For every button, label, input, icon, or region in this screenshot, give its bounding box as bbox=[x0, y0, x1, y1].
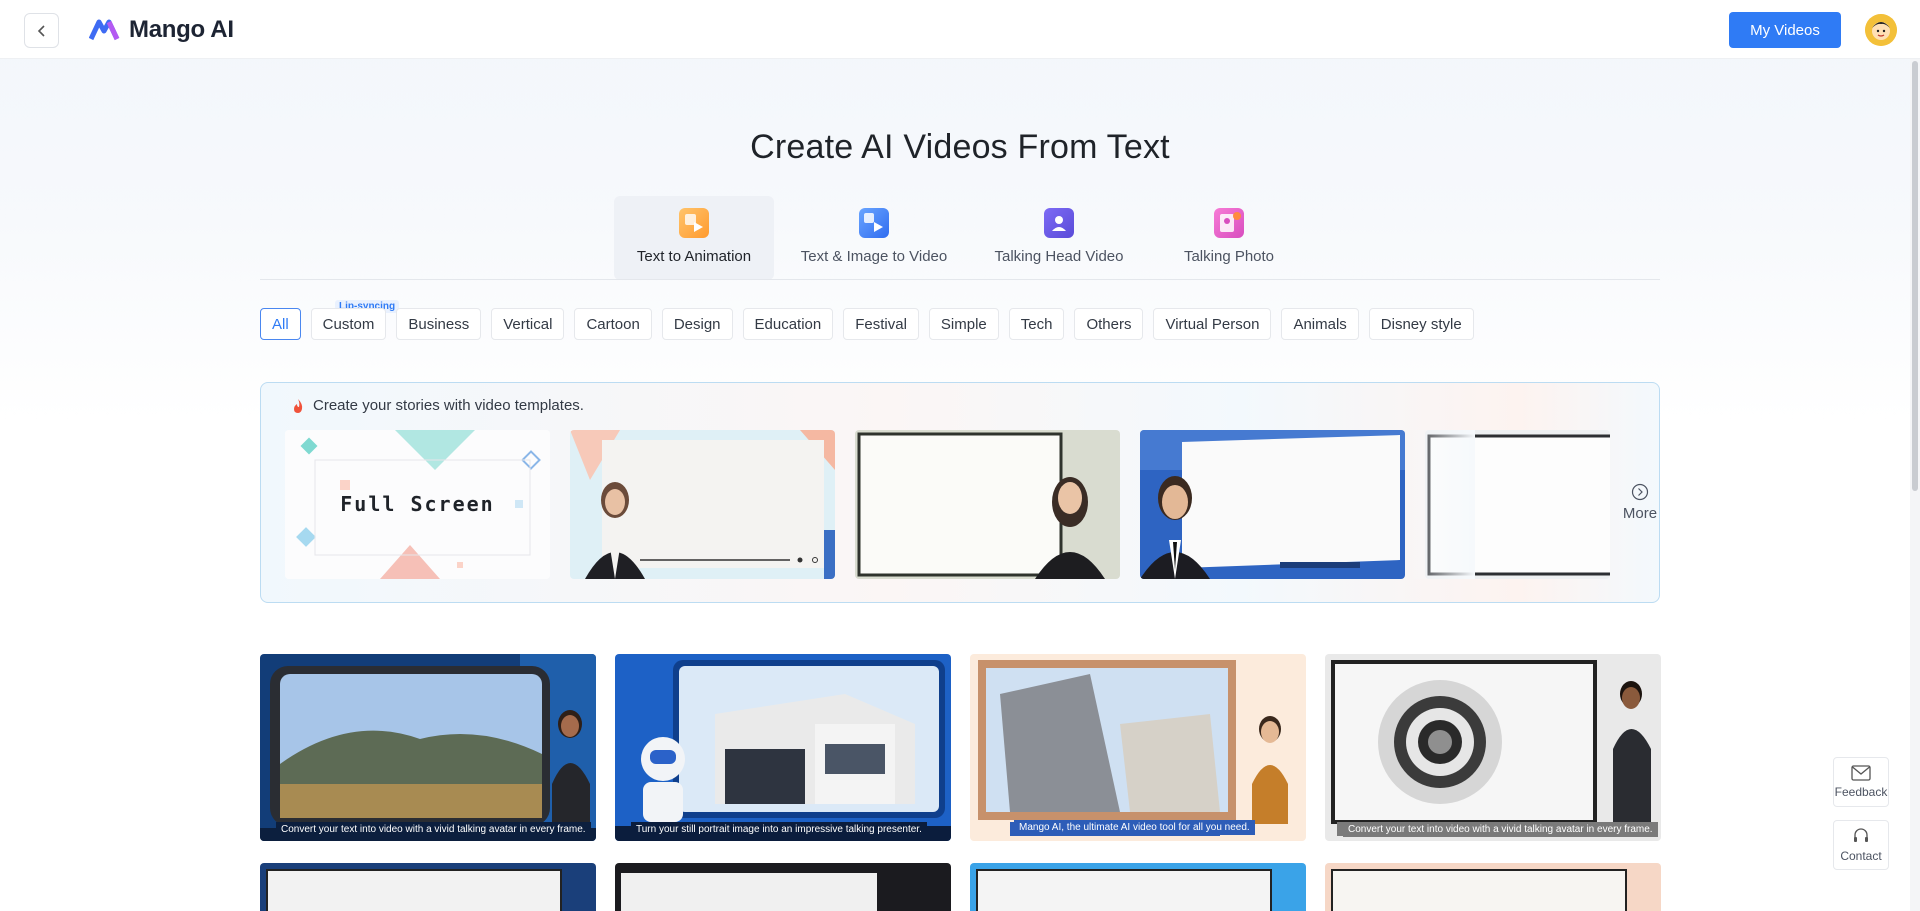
banner-title-text: Create your stories with video templates… bbox=[313, 397, 584, 414]
feedback-button[interactable]: Feedback bbox=[1833, 757, 1889, 807]
category-custom[interactable]: Custom bbox=[310, 308, 387, 340]
text-image-to-video-icon bbox=[859, 208, 889, 238]
video-card-3[interactable]: Mango AI, the ultimate AI video tool for… bbox=[970, 654, 1306, 841]
card-caption: Convert your text into video with a vivi… bbox=[276, 822, 591, 837]
tabs-divider bbox=[260, 279, 1660, 280]
video-card-1[interactable]: Convert your text into video with a vivi… bbox=[260, 654, 596, 841]
brand-name: Mango AI bbox=[129, 16, 234, 43]
video-card-7[interactable] bbox=[970, 863, 1306, 911]
template-thumbnail bbox=[1140, 430, 1405, 579]
fire-icon bbox=[294, 398, 303, 413]
card-caption: Convert your text into video with a vivi… bbox=[1343, 822, 1658, 837]
avatar[interactable] bbox=[1865, 14, 1897, 46]
tab-label: Text & Image to Video bbox=[800, 248, 948, 265]
logo[interactable]: Mango AI bbox=[89, 14, 234, 46]
tab-text-to-animation[interactable]: Text to Animation bbox=[614, 196, 774, 280]
top-header: Mango AI My Videos bbox=[0, 0, 1920, 59]
template-thumbnail bbox=[570, 430, 835, 579]
mode-tabs: Text to Animation Text & Image to Video … bbox=[614, 196, 1314, 280]
tab-label: Talking Head Video bbox=[994, 248, 1124, 265]
headset-icon bbox=[1854, 828, 1868, 842]
tab-talking-photo[interactable]: Talking Photo bbox=[1144, 196, 1314, 280]
category-others[interactable]: Others bbox=[1074, 308, 1144, 340]
carousel-fade bbox=[1410, 430, 1475, 579]
template-thumbnail bbox=[855, 430, 1120, 579]
tab-label: Talking Photo bbox=[1183, 248, 1275, 265]
arrow-right-circle-icon bbox=[1631, 483, 1649, 501]
scrollbar-thumb[interactable] bbox=[1912, 61, 1918, 491]
category-education[interactable]: Education bbox=[742, 308, 834, 340]
card-thumbnail bbox=[260, 654, 596, 841]
video-card-8[interactable] bbox=[1325, 863, 1661, 911]
card-thumbnail bbox=[615, 654, 951, 841]
card-caption: Turn your still portrait image into an i… bbox=[631, 822, 927, 837]
tab-text-image-to-video[interactable]: Text & Image to Video bbox=[774, 196, 974, 280]
template-presenter-blue[interactable] bbox=[1140, 430, 1405, 579]
video-card-6[interactable] bbox=[615, 863, 951, 911]
mango-logo-icon bbox=[89, 19, 120, 41]
text-to-animation-icon bbox=[679, 208, 709, 238]
category-simple[interactable]: Simple bbox=[928, 308, 999, 340]
template-presenter-right[interactable] bbox=[855, 430, 1120, 579]
card-thumbnail bbox=[970, 654, 1306, 841]
card-caption: Mango AI, the ultimate AI video tool for… bbox=[1014, 820, 1255, 835]
category-design[interactable]: Design bbox=[661, 308, 733, 340]
chevron-left-icon bbox=[37, 24, 45, 37]
templates-banner: Create your stories with video templates… bbox=[260, 382, 1660, 603]
contact-label: Contact bbox=[1840, 849, 1882, 863]
card-thumbnail bbox=[1325, 654, 1661, 841]
category-vertical[interactable]: Vertical bbox=[491, 308, 565, 340]
page-title: Create AI Videos From Text bbox=[750, 128, 1170, 166]
feedback-label: Feedback bbox=[1834, 785, 1888, 799]
category-all[interactable]: All bbox=[260, 308, 301, 340]
contact-button[interactable]: Contact bbox=[1833, 820, 1889, 870]
category-tech[interactable]: Tech bbox=[1008, 308, 1065, 340]
category-filters: All Custom Business Vertical Cartoon Des… bbox=[260, 308, 1474, 340]
tab-talking-head-video[interactable]: Talking Head Video bbox=[974, 196, 1144, 280]
back-button[interactable] bbox=[24, 13, 59, 48]
category-cartoon[interactable]: Cartoon bbox=[574, 308, 652, 340]
template-full-screen[interactable]: Full Screen bbox=[285, 430, 550, 579]
category-business[interactable]: Business bbox=[396, 308, 482, 340]
category-festival[interactable]: Festival bbox=[843, 308, 919, 340]
category-virtual-person[interactable]: Virtual Person bbox=[1153, 308, 1272, 340]
user-avatar-icon bbox=[1865, 14, 1897, 46]
category-disney-style[interactable]: Disney style bbox=[1368, 308, 1474, 340]
video-card-5[interactable] bbox=[260, 863, 596, 911]
talking-photo-icon bbox=[1214, 208, 1244, 238]
tab-label: Text to Animation bbox=[636, 248, 752, 265]
mail-icon bbox=[1851, 765, 1871, 781]
video-card-4[interactable]: Convert your text into video with a vivi… bbox=[1325, 654, 1661, 841]
talking-head-icon bbox=[1044, 208, 1074, 238]
template-presenter-left[interactable] bbox=[570, 430, 835, 579]
banner-title: Create your stories with video templates… bbox=[291, 397, 584, 414]
category-animals[interactable]: Animals bbox=[1281, 308, 1359, 340]
more-templates-button[interactable]: More bbox=[1620, 483, 1660, 522]
video-card-2[interactable]: Turn your still portrait image into an i… bbox=[615, 654, 951, 841]
more-label: More bbox=[1622, 505, 1658, 522]
my-videos-button[interactable]: My Videos bbox=[1729, 12, 1841, 48]
template-label: Full Screen bbox=[340, 492, 495, 516]
